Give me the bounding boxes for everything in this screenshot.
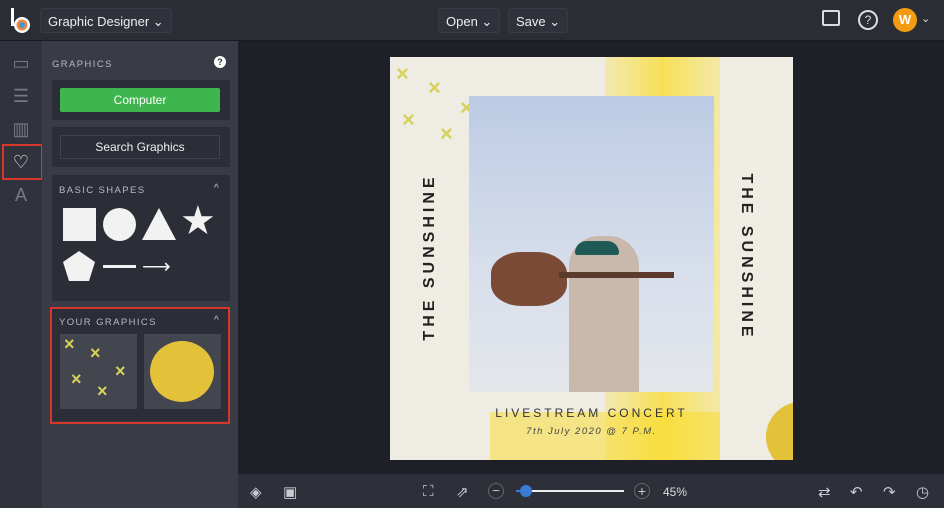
redo-icon[interactable]: ↷ xyxy=(883,483,896,501)
guitar-neck xyxy=(559,272,674,278)
upload-card: Computer xyxy=(52,80,230,120)
app-menu-button[interactable]: Graphic Designer ⌄ xyxy=(40,8,172,33)
design-canvas[interactable]: × × × × × THE SUNSHINE THE SUNSHINE LIVE… xyxy=(390,57,793,460)
highlight-box xyxy=(50,307,230,424)
person xyxy=(569,236,639,392)
image-icon[interactable]: ▭ xyxy=(7,49,35,77)
undo-icon[interactable]: ↶ xyxy=(850,483,863,501)
bottom-toolbar: ◈ ▣ ⛶ ⇗ − + 45% ⇄ ↶ ↷ ◷ xyxy=(238,474,944,508)
layers-icon[interactable]: ◈ xyxy=(250,483,262,501)
square-shape[interactable] xyxy=(63,208,96,241)
cross-icon: × xyxy=(396,61,409,86)
panel-title: GRAPHICS xyxy=(52,59,113,70)
basic-shapes-section: BASIC SHAPES ^ ★ ⟶ xyxy=(52,175,230,301)
triangle-shape[interactable] xyxy=(142,208,176,240)
expand-icon[interactable]: ⇗ xyxy=(456,483,469,501)
side-text-left: THE SUNSHINE xyxy=(421,173,438,341)
computer-button[interactable]: Computer xyxy=(60,88,220,112)
line-shape[interactable] xyxy=(103,265,136,268)
history-icon[interactable]: ◷ xyxy=(916,483,929,501)
guitar-body xyxy=(491,252,567,306)
flip-icon[interactable]: ⇄ xyxy=(818,483,831,501)
avatar[interactable]: W xyxy=(893,8,917,32)
collapse-icon[interactable]: ^ xyxy=(214,183,219,194)
save-button[interactable]: Save ⌄ xyxy=(508,8,569,33)
logo-icon[interactable] xyxy=(10,8,34,34)
layout-icon[interactable]: ▥ xyxy=(7,115,35,143)
help-icon[interactable]: ? xyxy=(858,10,878,30)
basic-shapes-label: BASIC SHAPES xyxy=(59,185,146,196)
graphics-panel: GRAPHICS ? Computer Search Graphics BASI… xyxy=(42,41,238,508)
search-card: Search Graphics xyxy=(52,127,230,167)
date-text: 7th July 2020 @ 7 P.M. xyxy=(526,426,657,437)
zoom-slider-thumb[interactable] xyxy=(520,485,532,497)
headline: LIVESTREAM CONCERT xyxy=(495,406,688,420)
pentagon-shape[interactable] xyxy=(62,250,96,282)
circle-shape[interactable] xyxy=(103,208,136,241)
side-text-right: THE SUNSHINE xyxy=(738,173,755,341)
open-button[interactable]: Open ⌄ xyxy=(438,8,501,33)
cross-icon: × xyxy=(428,75,441,100)
cross-icon: × xyxy=(402,107,415,132)
zoom-level: 45% xyxy=(663,485,688,499)
hat xyxy=(575,241,619,255)
zoom-slider[interactable] xyxy=(516,485,624,497)
search-graphics-button[interactable]: Search Graphics xyxy=(60,135,220,159)
highlight-box xyxy=(2,144,43,180)
app-menu-label: Graphic Designer xyxy=(48,14,150,29)
fit-screen-icon[interactable]: ⛶ xyxy=(423,483,434,500)
avatar-chevron-icon[interactable]: ⌄ xyxy=(921,12,930,25)
save-label: Save xyxy=(516,14,546,29)
zoom-out-button[interactable]: − xyxy=(488,483,504,499)
concert-photo xyxy=(469,96,714,392)
tool-rail: ▭ ☰ ▥ ♡ A xyxy=(0,41,43,508)
arrow-shape[interactable]: ⟶ xyxy=(142,254,171,279)
text-icon[interactable]: A xyxy=(7,181,35,209)
star-shape[interactable]: ★ xyxy=(180,201,216,241)
open-label: Open xyxy=(446,14,478,29)
cross-icon: × xyxy=(440,121,453,146)
template-icon[interactable]: ▣ xyxy=(283,483,297,501)
top-bar: Graphic Designer ⌄ Open ⌄ Save ⌄ ? W ⌄ xyxy=(0,0,944,41)
comments-icon[interactable] xyxy=(822,10,840,26)
help-icon[interactable]: ? xyxy=(214,56,226,68)
adjustments-icon[interactable]: ☰ xyxy=(7,82,35,110)
zoom-in-button[interactable]: + xyxy=(634,483,650,499)
